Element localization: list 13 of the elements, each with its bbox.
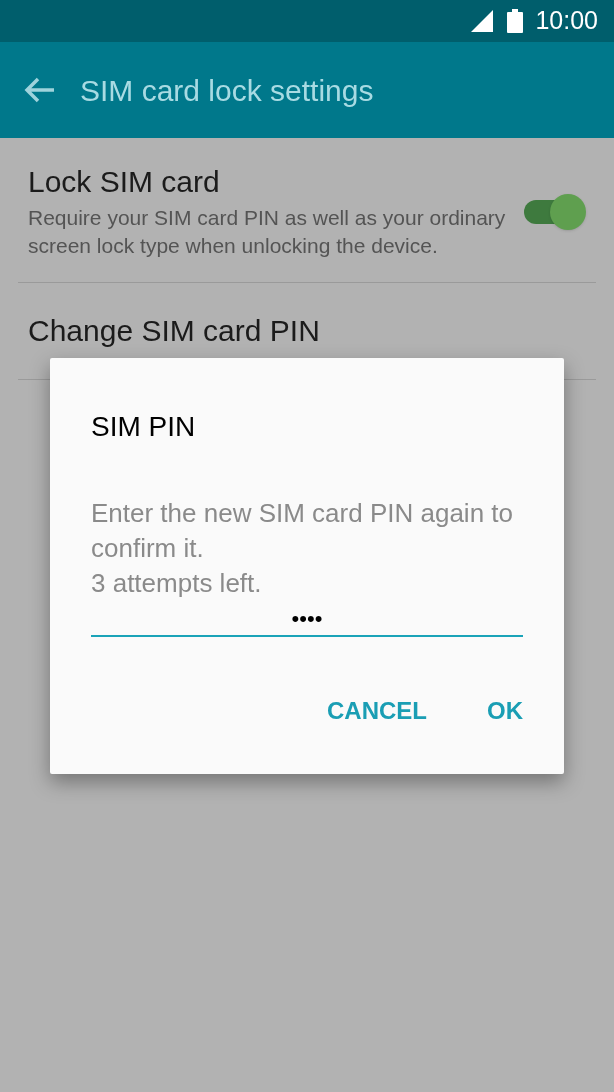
attempts-text: 3 attempts left. [91, 567, 263, 600]
setting-title[interactable]: Change SIM card PIN [28, 313, 586, 349]
screen-title: SIM card lock settings [80, 72, 374, 109]
status-time: 10:00 [535, 5, 598, 37]
toggle-switch[interactable] [522, 192, 586, 232]
dialog-title: SIM PIN [91, 410, 197, 444]
back-icon[interactable] [24, 76, 56, 104]
dialog-message: Enter the new SIM card PIN again to confirm it. [91, 497, 514, 565]
setting-summary: Require your SIM card PIN as well as your ordinary screen lock type when unlocking the device. [28, 205, 506, 259]
battery-icon [507, 9, 524, 33]
signal-icon [471, 10, 496, 32]
pin-field[interactable]: •••• [91, 603, 523, 637]
setting-title[interactable]: Lock SIM card [28, 164, 506, 200]
